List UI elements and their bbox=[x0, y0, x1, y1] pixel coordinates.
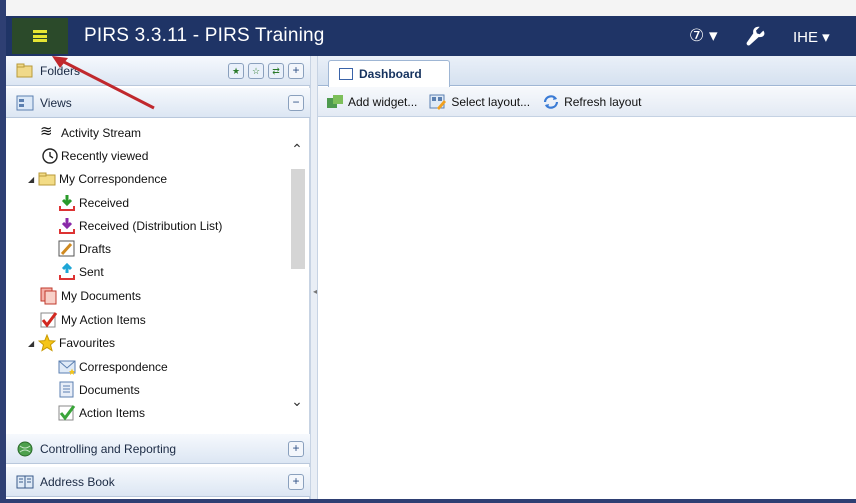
scroll-up-icon[interactable]: ⌃ bbox=[288, 142, 306, 156]
wrench-icon[interactable] bbox=[745, 26, 767, 48]
inbox-distribution-icon bbox=[59, 218, 75, 234]
hamburger-icon bbox=[33, 30, 47, 42]
tree-item-fav-action-items[interactable]: Action Items bbox=[58, 402, 145, 424]
folder-icon bbox=[16, 63, 33, 77]
expander-icon[interactable]: ◢ bbox=[28, 175, 36, 184]
drafts-icon bbox=[58, 240, 75, 257]
history-icon bbox=[42, 148, 58, 164]
folders-label: Folders bbox=[40, 63, 81, 78]
app-title: PIRS 3.3.11 - PIRS Training bbox=[84, 25, 325, 46]
splitter-grip-icon[interactable]: ◂ bbox=[313, 287, 317, 296]
views-panel-header[interactable]: Views − bbox=[6, 88, 310, 118]
views-icon bbox=[16, 95, 34, 110]
tree-item-received[interactable]: Received bbox=[58, 192, 129, 214]
controlling-label: Controlling and Reporting bbox=[40, 441, 177, 456]
folders-panel-header[interactable]: Folders ★ ☆ ⇄ + bbox=[6, 56, 310, 86]
tree-item-my-correspondence[interactable]: ◢ My Correspondence bbox=[28, 168, 167, 190]
scroll-down-icon[interactable]: ⌄ bbox=[288, 394, 306, 408]
globe-icon bbox=[17, 441, 33, 456]
add-widget-button[interactable]: Add widget... bbox=[326, 94, 417, 110]
tree-item-activity-stream[interactable]: ≋ Activity Stream bbox=[40, 122, 141, 144]
favourite-folder-button[interactable]: ★ bbox=[228, 63, 244, 79]
tree-item-fav-documents[interactable]: Documents bbox=[58, 379, 140, 401]
layout-icon bbox=[429, 94, 447, 110]
tree-item-my-documents[interactable]: My Documents bbox=[40, 285, 141, 307]
check-icon bbox=[58, 405, 76, 421]
address-book-expand-button[interactable]: + bbox=[288, 474, 304, 490]
book-icon bbox=[16, 475, 34, 488]
star-outline-icon: ☆ bbox=[251, 66, 261, 76]
tree-item-fav-correspondence[interactable]: Correspondence bbox=[58, 356, 168, 378]
folder-open-icon bbox=[38, 172, 56, 186]
tab-dashboard[interactable]: Dashboard bbox=[328, 60, 450, 87]
dashboard-toolbar: Add widget... Select layout... Refresh l… bbox=[318, 87, 856, 117]
add-widget-icon bbox=[327, 94, 343, 108]
tree-item-sent[interactable]: Sent bbox=[58, 261, 104, 283]
controlling-expand-button[interactable]: + bbox=[288, 441, 304, 457]
check-icon bbox=[40, 312, 58, 328]
scrollbar-thumb[interactable] bbox=[291, 169, 305, 269]
tree-item-recently-viewed[interactable]: Recently viewed bbox=[40, 145, 148, 167]
star-icon: ★ bbox=[231, 66, 241, 76]
views-collapse-button[interactable]: − bbox=[288, 95, 304, 111]
controlling-panel-header[interactable]: Controlling and Reporting + bbox=[6, 434, 310, 464]
sent-icon bbox=[59, 263, 75, 280]
address-book-label: Address Book bbox=[40, 474, 115, 489]
dashboard-icon bbox=[339, 68, 353, 80]
user-menu[interactable]: IHE ▾ bbox=[793, 28, 830, 46]
documents-icon bbox=[40, 287, 57, 305]
views-label: Views bbox=[40, 95, 72, 110]
star-icon bbox=[38, 334, 56, 352]
top-strip bbox=[6, 0, 856, 16]
app-window: PIRS 3.3.11 - PIRS Training ⑦ ▾ IHE ▾ Fo… bbox=[0, 0, 856, 503]
unfavourite-folder-button[interactable]: ☆ bbox=[248, 63, 264, 79]
help-menu[interactable]: ⑦ ▾ bbox=[689, 26, 718, 46]
panel-splitter[interactable]: ◂ bbox=[310, 56, 318, 499]
tree-item-favourites[interactable]: ◢ Favourites bbox=[28, 332, 115, 354]
tree-item-drafts[interactable]: Drafts bbox=[58, 238, 111, 260]
address-book-panel-header[interactable]: Address Book + bbox=[6, 467, 310, 497]
refresh-folders-button[interactable]: ⇄ bbox=[268, 63, 284, 79]
tab-bar: Dashboard bbox=[318, 56, 856, 87]
menu-button[interactable] bbox=[12, 18, 68, 54]
document-icon bbox=[59, 381, 74, 398]
main-panel: Dashboard Add widget... Select layout... bbox=[318, 56, 856, 499]
inbox-icon bbox=[59, 195, 75, 211]
select-layout-button[interactable]: Select layout... bbox=[429, 94, 530, 110]
views-tree: ≋ Activity Stream Recently viewed ◢ My C… bbox=[6, 122, 310, 434]
refresh-icon bbox=[543, 94, 559, 109]
header-bar: PIRS 3.3.11 - PIRS Training ⑦ ▾ IHE ▾ bbox=[6, 16, 856, 56]
envelope-icon bbox=[58, 360, 76, 375]
refresh-icon: ⇄ bbox=[272, 66, 280, 76]
sidebar: Folders ★ ☆ ⇄ + Views − ≋ Activity Strea… bbox=[6, 56, 310, 499]
expander-icon[interactable]: ◢ bbox=[28, 339, 36, 348]
tree-item-received-distribution[interactable]: Received (Distribution List) bbox=[58, 215, 222, 237]
refresh-layout-button[interactable]: Refresh layout bbox=[542, 94, 641, 110]
tree-item-my-action-items[interactable]: My Action Items bbox=[40, 309, 146, 331]
activity-icon: ≋ bbox=[40, 123, 53, 140]
folders-expand-button[interactable]: + bbox=[288, 63, 304, 79]
